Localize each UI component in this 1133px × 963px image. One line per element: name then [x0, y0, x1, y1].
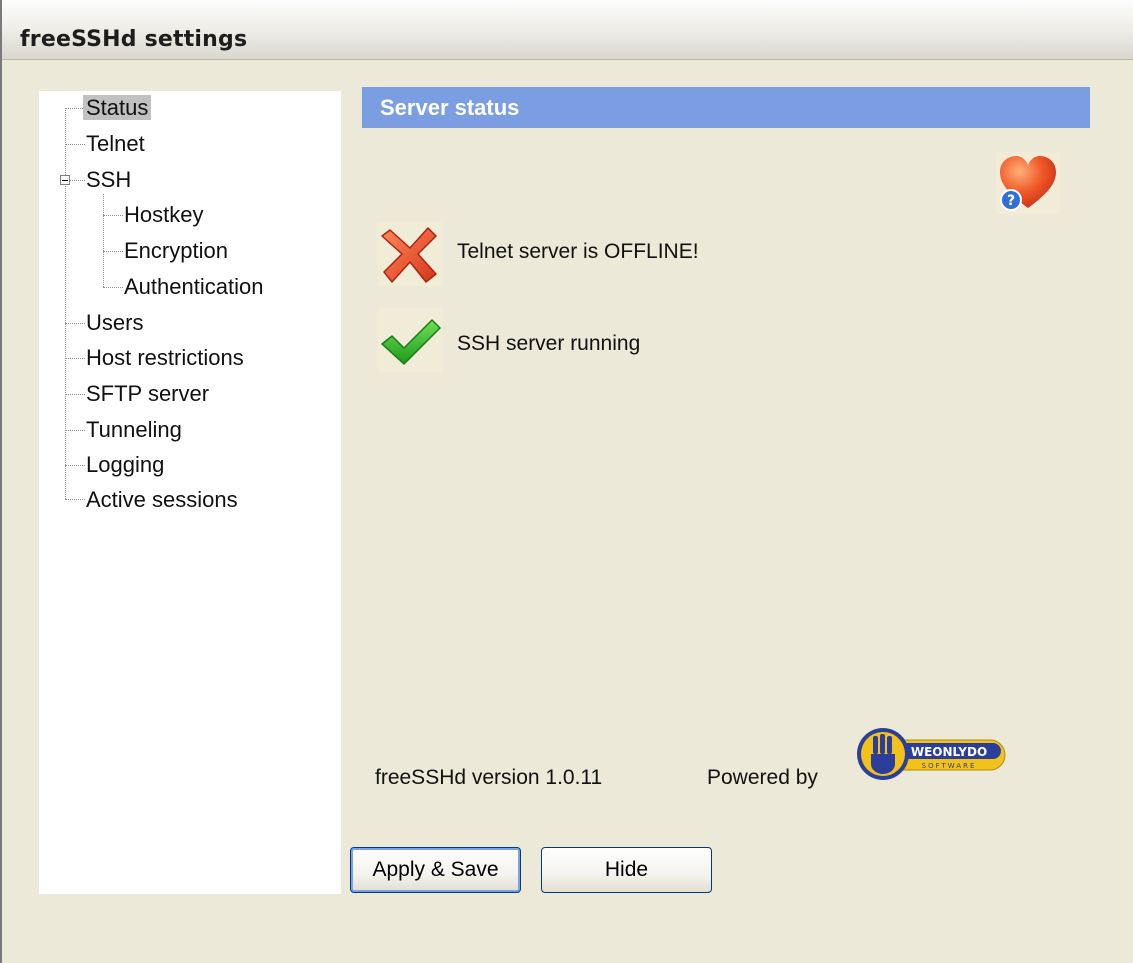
- tree-item-label: Authentication: [124, 274, 264, 299]
- settings-tree[interactable]: Status Telnet SSH Hostkey Encryption Aut…: [39, 91, 341, 894]
- powered-by-text: Powered by: [707, 766, 818, 789]
- ssh-status-text: SSH server running: [457, 332, 641, 355]
- tree-item-authentication[interactable]: Authentication: [121, 270, 266, 304]
- tree-connector: [103, 287, 123, 288]
- tree-item-label: Logging: [86, 452, 165, 477]
- tree-connector: [103, 215, 123, 216]
- red-x-icon: [378, 222, 442, 286]
- tree-item-label: Encryption: [124, 238, 228, 263]
- tree-item-label: Users: [86, 310, 144, 335]
- tree-connector: [65, 108, 66, 499]
- tree-connector: [65, 323, 85, 324]
- tree-item-sftp-server[interactable]: SFTP server: [83, 377, 212, 411]
- tree-connector: [65, 144, 85, 145]
- tree-item-label: SSH: [86, 167, 132, 192]
- tree-item-tunneling[interactable]: Tunneling: [83, 413, 185, 447]
- version-text: freeSSHd version 1.0.11: [375, 766, 603, 789]
- logo-text: WEONLYDO: [911, 745, 987, 759]
- tree-connector: [65, 358, 85, 359]
- tree-item-hostkey[interactable]: Hostkey: [121, 198, 206, 232]
- tree-connector: [65, 394, 85, 395]
- panel-header: Server status: [362, 87, 1090, 128]
- hide-button[interactable]: Hide: [541, 847, 712, 893]
- tree-connector: [65, 499, 85, 500]
- green-check-icon: [378, 308, 442, 372]
- settings-window: freeSSHd settings Status Telnet SSH Host…: [0, 0, 1133, 963]
- telnet-status-text: Telnet server is OFFLINE!: [457, 240, 699, 263]
- logo-subtext: SOFTWARE: [922, 762, 977, 770]
- tree-item-label: Status: [83, 95, 152, 120]
- tree-item-label: Tunneling: [86, 417, 182, 442]
- apply-save-button[interactable]: Apply & Save: [350, 847, 521, 893]
- tree-connector: [65, 465, 85, 466]
- heart-help-icon[interactable]: ?: [996, 152, 1060, 214]
- tree-item-label: Host restrictions: [86, 345, 244, 370]
- tree-item-logging[interactable]: Logging: [83, 448, 167, 482]
- tree-connector: [103, 194, 104, 287]
- svg-text:?: ?: [1007, 193, 1015, 209]
- tree-connector: [65, 430, 85, 431]
- tree-item-users[interactable]: Users: [83, 306, 146, 340]
- tree-item-label: Active sessions: [86, 487, 238, 512]
- tree-item-encryption[interactable]: Encryption: [121, 234, 231, 268]
- weonlydo-logo[interactable]: WEONLYDO SOFTWARE: [855, 726, 1007, 782]
- tree-connector: [103, 251, 123, 252]
- window-title: freeSSHd settings: [20, 27, 248, 52]
- title-bar[interactable]: freeSSHd settings: [2, 0, 1133, 60]
- tree-item-telnet[interactable]: Telnet: [83, 127, 148, 161]
- tree-item-active-sessions[interactable]: Active sessions: [83, 483, 241, 517]
- tree-item-status[interactable]: Status: [83, 91, 152, 125]
- tree-item-label: Telnet: [86, 131, 145, 156]
- tree-item-host-restrictions[interactable]: Host restrictions: [83, 341, 247, 375]
- tree-item-label: SFTP server: [86, 381, 210, 406]
- tree-item-label: Hostkey: [124, 202, 204, 227]
- tree-connector: [65, 108, 85, 109]
- collapse-icon[interactable]: [60, 175, 70, 185]
- panel-title: Server status: [380, 95, 520, 120]
- tree-item-ssh[interactable]: SSH: [83, 163, 134, 197]
